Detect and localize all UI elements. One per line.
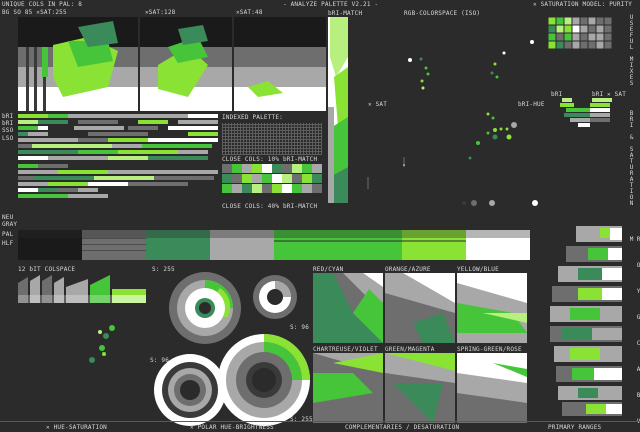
bri-saturation-label: BRI & SATURATION xyxy=(628,110,635,206)
hue-saturation-panel[interactable] xyxy=(18,17,326,111)
close-cols-10-label: CLOSE COLS: 10% bRI-MATCH xyxy=(222,156,318,163)
saturation-header-255: BG SO 85 ✕SAT:255 xyxy=(2,9,67,16)
polar-rings-graph xyxy=(154,272,310,426)
close-cols-10-swatches[interactable] xyxy=(222,164,322,202)
palette-bars[interactable] xyxy=(18,114,218,204)
saturation-header-128: ✕SAT:128 xyxy=(145,9,176,16)
bri-match-label: bRI-MATCH xyxy=(328,10,363,17)
palette-strip[interactable] xyxy=(18,230,530,260)
complementaries-panel[interactable] xyxy=(313,273,528,423)
polar-rings[interactable] xyxy=(150,270,315,428)
orange-azure-label: ORANGE/AZURE xyxy=(385,266,431,273)
complementaries-graph xyxy=(313,273,527,423)
left-tag-bri-2: bRI xyxy=(2,120,14,127)
primary-hue-letters: R O Y G C A B V M xyxy=(628,236,640,431)
useful-mixes-swatches xyxy=(547,16,613,50)
bri-hue-axis-label: bRI-HUE xyxy=(518,101,545,108)
palette-bars-graph xyxy=(18,114,218,198)
left-tag-lso: LSO xyxy=(2,135,14,142)
useful-mixes-grid[interactable] xyxy=(547,16,616,57)
hue-saturation-graph xyxy=(18,17,326,111)
palette-strip-swatches xyxy=(18,230,530,260)
x-sat-axis-label: ✕ SAT xyxy=(368,101,388,108)
primary-ranges-graph xyxy=(550,226,622,416)
colspace-label: 12 bIT COLSPACE xyxy=(18,266,76,273)
app-title: - ANALYZE PALETTE V2.21 - xyxy=(283,1,379,8)
x-sat-label-2: ✕ SAT xyxy=(607,91,627,98)
indexed-palette-label: INDEXED PALETTE: xyxy=(222,114,283,121)
rgb-colorspace-label: RGB-COLORSPACE (ISO) xyxy=(404,10,481,17)
rgb-colorspace-plot xyxy=(367,40,538,206)
bri-match-graph xyxy=(328,17,348,203)
footer-polar: ✕ POLAR HUE-BRIGHTNESS xyxy=(190,424,274,431)
left-tag-sso: SSO xyxy=(2,127,14,134)
rgb-colorspace-panel[interactable] xyxy=(352,17,548,209)
saturation-model-label[interactable]: ✕ SATURATION MODEL: PURITY xyxy=(533,1,632,8)
unique-colors-count: UNIQUE COLS IN PAL: 8 xyxy=(2,1,83,8)
close-cols-40-label: CLOSE COLS: 40% bRI-MATCH xyxy=(222,203,318,210)
left-tag-bri-1: bRI xyxy=(2,113,14,120)
indexed-palette-grid[interactable] xyxy=(222,123,322,155)
primary-ranges-panel[interactable] xyxy=(548,224,622,418)
hue-sat-scatter xyxy=(80,324,120,394)
bri-label-b: bRI xyxy=(592,91,604,98)
bri-sat-bars xyxy=(556,98,612,128)
footer-hue-saturation: ✕ HUE-SATURATION xyxy=(46,424,107,431)
gray-label: GRAY xyxy=(2,221,18,228)
12bit-colspace-panel[interactable] xyxy=(18,273,148,303)
half-label: HLF xyxy=(2,240,14,247)
red-cyan-label: RED/CYAN xyxy=(313,266,344,273)
neutral-label: NEU xyxy=(2,214,14,221)
footer-primary-ranges: PRIMARY RANGES xyxy=(548,424,602,431)
bri-match-strip[interactable] xyxy=(328,17,348,203)
bri-label-a: bRI xyxy=(551,91,563,98)
palette-label: PAL xyxy=(2,231,14,238)
footer-complementaries: COMPLEMENTARIES / DESATURATION xyxy=(345,424,460,431)
yellow-blue-label: YELLOW/BLUE xyxy=(457,266,499,273)
useful-mixes-label: USEFUL MIXES xyxy=(628,14,635,86)
saturation-header-48: ✕SAT:48 xyxy=(236,9,263,16)
